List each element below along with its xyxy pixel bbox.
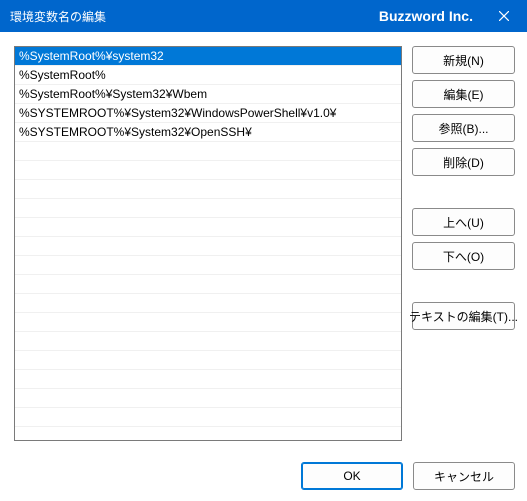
list-item[interactable] [15, 313, 401, 332]
list-item[interactable] [15, 161, 401, 180]
list-item[interactable] [15, 332, 401, 351]
list-item[interactable] [15, 256, 401, 275]
path-listbox[interactable]: %SystemRoot%¥system32%SystemRoot%%System… [14, 46, 402, 441]
edit-button[interactable]: 編集(E) [412, 80, 515, 108]
move-up-button[interactable]: 上へ(U) [412, 208, 515, 236]
list-item[interactable] [15, 142, 401, 161]
list-item[interactable] [15, 180, 401, 199]
ok-button[interactable]: OK [301, 462, 403, 490]
list-item[interactable] [15, 218, 401, 237]
list-item[interactable] [15, 351, 401, 370]
list-item[interactable]: %SYSTEMROOT%¥System32¥WindowsPowerShell¥… [15, 104, 401, 123]
list-item[interactable] [15, 275, 401, 294]
list-item[interactable] [15, 389, 401, 408]
close-icon [499, 11, 509, 21]
close-button[interactable] [481, 0, 527, 32]
cancel-button[interactable]: キャンセル [413, 462, 515, 490]
move-down-button[interactable]: 下へ(O) [412, 242, 515, 270]
list-item[interactable] [15, 294, 401, 313]
new-button[interactable]: 新規(N) [412, 46, 515, 74]
list-item[interactable] [15, 199, 401, 218]
button-column: 新規(N) 編集(E) 参照(B)... 削除(D) 上へ(U) 下へ(O) テ… [412, 46, 515, 441]
edit-text-button[interactable]: テキストの編集(T)... [412, 302, 515, 330]
browse-button[interactable]: 参照(B)... [412, 114, 515, 142]
content-area: %SystemRoot%¥system32%SystemRoot%%System… [0, 32, 527, 451]
delete-button[interactable]: 削除(D) [412, 148, 515, 176]
list-item[interactable]: %SystemRoot%¥system32 [15, 47, 401, 66]
list-item[interactable]: %SYSTEMROOT%¥System32¥OpenSSH¥ [15, 123, 401, 142]
list-item[interactable] [15, 408, 401, 427]
titlebar: 環境変数名の編集 Buzzword Inc. [0, 0, 527, 32]
list-item[interactable]: %SystemRoot%¥System32¥Wbem [15, 85, 401, 104]
window-title: 環境変数名の編集 [10, 8, 106, 25]
list-item[interactable]: %SystemRoot% [15, 66, 401, 85]
list-item[interactable] [15, 237, 401, 256]
list-item[interactable] [15, 370, 401, 389]
brand-name: Buzzword Inc. [379, 8, 473, 24]
footer: OK キャンセル [0, 451, 527, 501]
